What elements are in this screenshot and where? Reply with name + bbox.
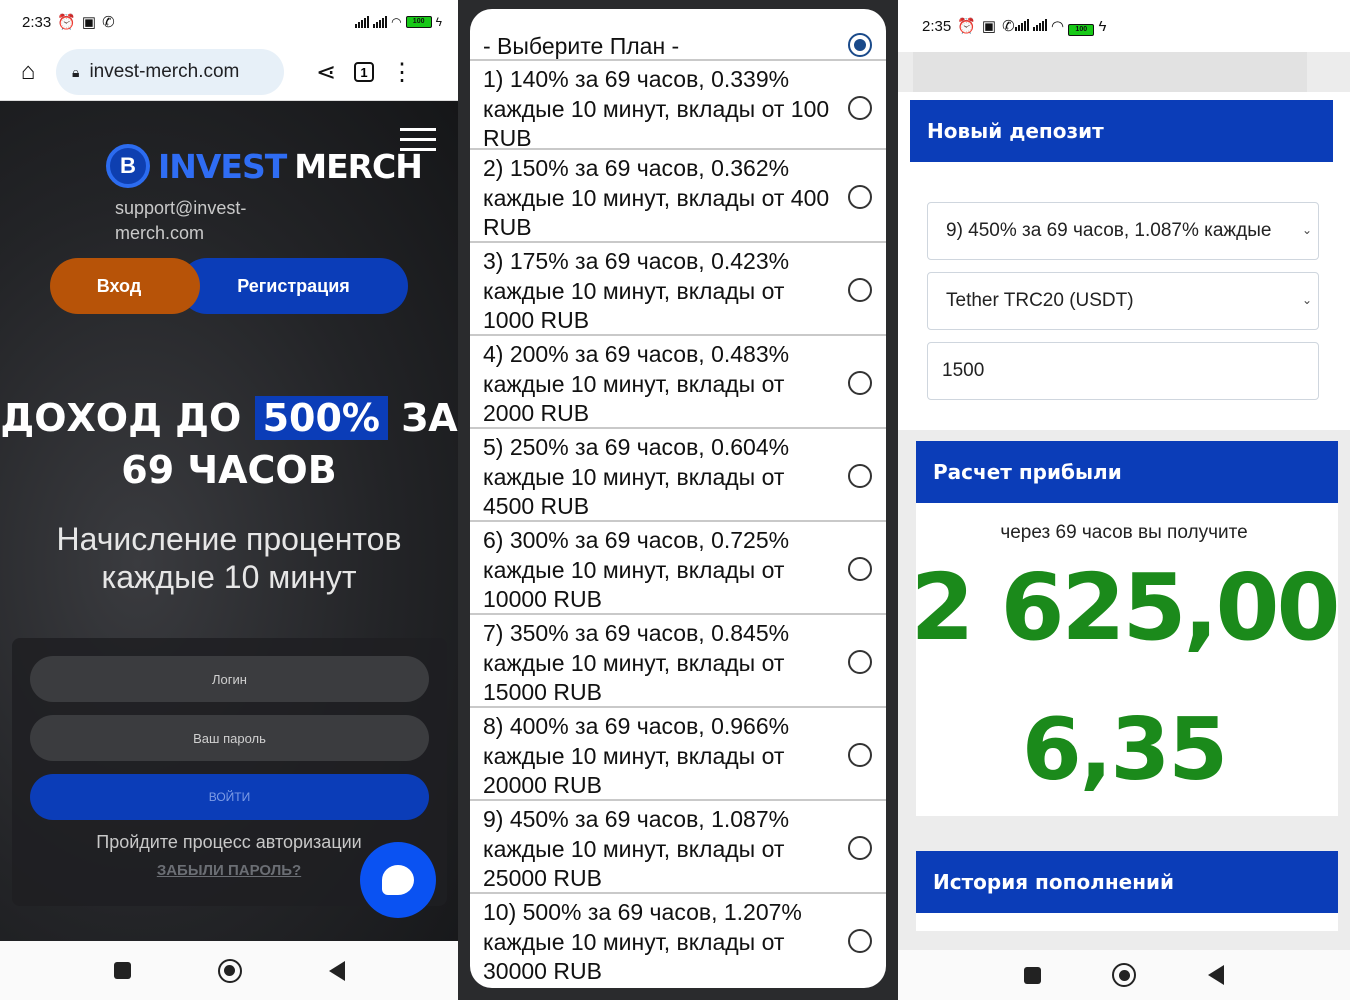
plan-option[interactable]: 1) 140% за 69 часов, 0.339% каждые 10 ми… [470, 61, 886, 151]
profit-caption: через 69 часов вы получите [1000, 522, 1248, 543]
plan-option[interactable]: 8) 400% за 69 часов, 0.966% каждые 10 ми… [470, 708, 886, 801]
home-nav-icon[interactable] [1112, 963, 1137, 987]
chevron-down-icon: ⌄ [1301, 293, 1312, 307]
register-button[interactable]: Регистрация [179, 258, 408, 314]
call-icon: ✆ [1002, 18, 1015, 35]
logo-text-invest: INVEST [158, 146, 287, 186]
alarm-icon: ⏰ [957, 18, 976, 35]
recents-icon[interactable] [1023, 966, 1041, 984]
radio-selected-icon[interactable] [848, 33, 872, 57]
address-bar[interactable]: 🔒︎ invest-merch.com [56, 49, 284, 95]
radio-icon[interactable] [848, 836, 872, 860]
radio-icon[interactable] [848, 743, 872, 767]
headline-highlight: 500% [254, 396, 388, 440]
wifi-icon: ◠ [1051, 17, 1065, 35]
plan-option[interactable]: 3) 175% за 69 часов, 0.423% каждые 10 ми… [470, 243, 886, 336]
currency-select[interactable]: Tether TRC20 (USDT) ⌄ [927, 272, 1319, 330]
signal-icon [355, 16, 370, 28]
back-icon[interactable] [328, 960, 345, 981]
plan-option-placeholder[interactable]: - Выберите План - [470, 9, 886, 61]
plan-option[interactable]: 4) 200% за 69 часов, 0.483% каждые 10 ми… [470, 336, 886, 429]
radio-icon[interactable] [848, 185, 872, 209]
wifi-icon: ◠ [391, 15, 402, 29]
signal-icon-2 [1032, 18, 1047, 31]
profit-title: Расчет прибыли [916, 441, 1338, 503]
amount-input[interactable]: 1500 [927, 342, 1319, 400]
middle-screenshot: - Выберите План - 1) 140% за 69 часов, 0… [458, 0, 898, 1000]
home-icon[interactable]: ⌂ [14, 58, 42, 86]
plan-option[interactable]: 6) 300% за 69 часов, 0.725% каждые 10 ми… [470, 522, 886, 615]
recents-icon[interactable] [113, 962, 131, 979]
left-screenshot: 2:33 ⏰ ▣ ✆ ◠ 100 ϟ ⌂ 🔒︎ invest-merch.com… [0, 0, 458, 1000]
plan-select-dropdown[interactable]: - Выберите План - 1) 140% за 69 часов, 0… [470, 9, 886, 988]
chevron-down-icon: ⌄ [1301, 223, 1312, 237]
plan-option[interactable]: 2) 150% за 69 часов, 0.362% каждые 10 ми… [470, 150, 886, 243]
battery-icon: 100 [405, 16, 432, 28]
status-time: 2:33 [22, 13, 52, 31]
password-input[interactable]: Ваш пароль [30, 715, 429, 761]
lock-icon: 🔒︎ [72, 63, 80, 80]
signal-icon [1014, 18, 1029, 31]
radio-icon[interactable] [848, 929, 872, 953]
browser-toolbar: ⌂ 🔒︎ invest-merch.com ⋖ 1 ⋮ [0, 44, 458, 101]
radio-icon[interactable] [848, 557, 872, 581]
plan-select[interactable]: 9) 450% за 69 часов, 1.087% каждые ⌄ [927, 202, 1319, 260]
profit-total: 2 625,00 [910, 554, 1340, 661]
radio-icon[interactable] [848, 96, 872, 120]
history-title[interactable]: История пополнений [916, 851, 1338, 913]
coin-logo-icon: B [106, 144, 150, 188]
more-menu-icon[interactable]: ⋮ [388, 58, 416, 87]
plan-option[interactable]: 10) 500% за 69 часов, 1.207% каждые 10 м… [470, 894, 886, 988]
login-button[interactable]: Вход [50, 258, 200, 314]
battery-icon: 100 [1068, 23, 1095, 36]
plan-option[interactable]: 5) 250% за 69 часов, 0.604% каждые 10 ми… [470, 429, 886, 522]
status-time: 2:35 [922, 17, 952, 35]
call-icon: ✆ [102, 14, 115, 31]
right-screenshot: 2:35 ⏰ ▣ ✆ ◠ 100 ϟ Новый депозит 9) 450%… [898, 0, 1350, 1000]
logo-text-merch: MERCH [294, 146, 423, 186]
status-bar: 2:35 ⏰ ▣ ✆ ◠ 100 ϟ [898, 0, 1350, 52]
home-nav-icon[interactable] [217, 958, 242, 983]
status-bar: 2:33 ⏰ ▣ ✆ ◠ 100 ϟ [0, 0, 458, 44]
chat-button[interactable] [360, 842, 436, 918]
plan-option[interactable]: 7) 350% за 69 часов, 0.845% каждые 10 ми… [470, 615, 886, 708]
login-input[interactable]: Логин [30, 656, 429, 702]
share-icon[interactable]: ⋖ [312, 58, 340, 87]
signal-icon-2 [373, 16, 388, 28]
alarm-icon: ⏰ [57, 14, 76, 31]
top-strip [913, 52, 1307, 92]
hero-subheadline: Начисление процентов каждые 10 минут [56, 521, 402, 595]
back-icon[interactable] [1208, 965, 1225, 985]
support-email[interactable]: support@invest-merch.com [115, 196, 275, 246]
nfc-icon: ▣ [81, 14, 97, 31]
chat-bubble-icon [382, 865, 414, 895]
radio-icon[interactable] [848, 371, 872, 395]
nfc-icon: ▣ [981, 18, 997, 35]
tab-switcher-button[interactable]: 1 [354, 62, 374, 82]
charging-icon: ϟ [435, 15, 442, 29]
radio-icon[interactable] [848, 278, 872, 302]
site-logo[interactable]: B INVEST MERCH [106, 144, 423, 188]
plan-option[interactable]: 9) 450% за 69 часов, 1.087% каждые 10 ми… [470, 801, 886, 894]
hero-headline: ДОХОД ДО 500% ЗА 69 ЧАСОВ [0, 396, 458, 492]
android-nav-bar [898, 950, 1350, 1000]
charging-icon: ϟ [1098, 17, 1107, 35]
profit-per-interval: 6,35 [1021, 700, 1228, 800]
radio-icon[interactable] [848, 464, 872, 488]
new-deposit-title: Новый депозит [910, 100, 1333, 162]
url-text: invest-merch.com [89, 61, 240, 82]
android-nav-bar [0, 941, 458, 1000]
submit-login-button[interactable]: ВОЙТИ [30, 774, 429, 820]
radio-icon[interactable] [848, 650, 872, 674]
